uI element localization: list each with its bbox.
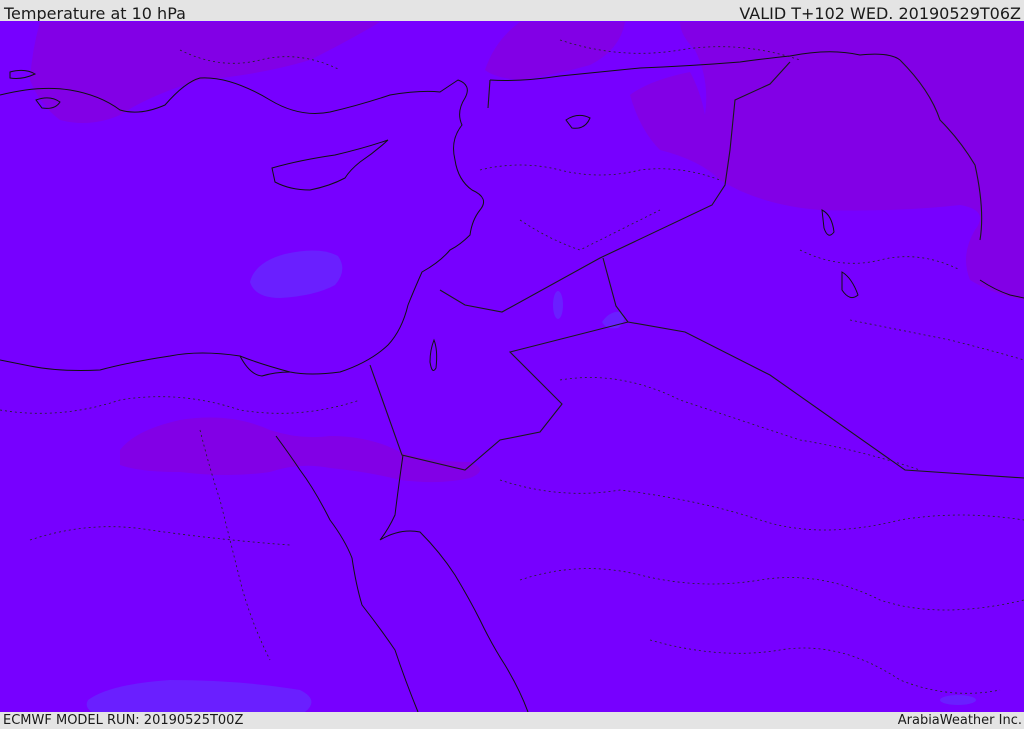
map-panel[interactable] bbox=[0, 21, 1024, 712]
brand-label: ArabiaWeather Inc. bbox=[897, 713, 1022, 728]
header-bar: Temperature at 10 hPa VALID T+102 WED. 2… bbox=[0, 0, 1024, 23]
footer-bar: ECMWF MODEL RUN: 20190525T00Z ArabiaWeat… bbox=[0, 712, 1024, 729]
model-run-label: ECMWF MODEL RUN: 20190525T00Z bbox=[3, 713, 244, 728]
map-canvas bbox=[0, 21, 1024, 712]
